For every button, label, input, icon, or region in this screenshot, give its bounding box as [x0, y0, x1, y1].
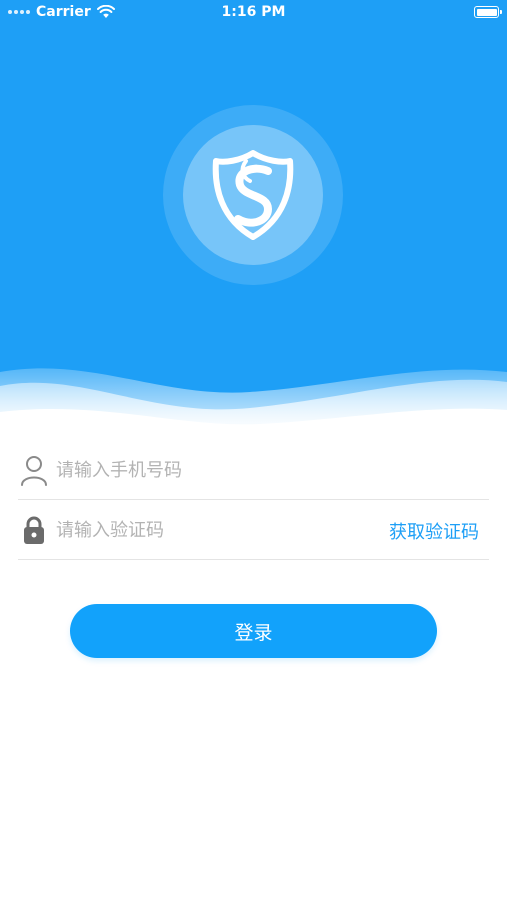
verification-code-input[interactable] — [56, 512, 356, 548]
shield-s-logo-icon — [212, 150, 294, 240]
login-button[interactable]: 登录 — [70, 604, 437, 658]
header-banner: Carrier 1:16 PM — [0, 0, 507, 440]
user-icon — [21, 456, 47, 486]
login-form: 获取验证码 — [18, 440, 489, 560]
status-time: 1:16 PM — [221, 4, 286, 20]
lock-icon — [24, 516, 44, 544]
code-row: 获取验证码 — [18, 500, 489, 560]
status-bar: Carrier 1:16 PM — [0, 0, 507, 26]
get-code-button[interactable]: 获取验证码 — [389, 518, 479, 544]
phone-row — [18, 440, 489, 500]
battery-icon — [474, 6, 502, 18]
phone-input[interactable] — [56, 452, 476, 488]
logo-badge — [163, 105, 343, 285]
